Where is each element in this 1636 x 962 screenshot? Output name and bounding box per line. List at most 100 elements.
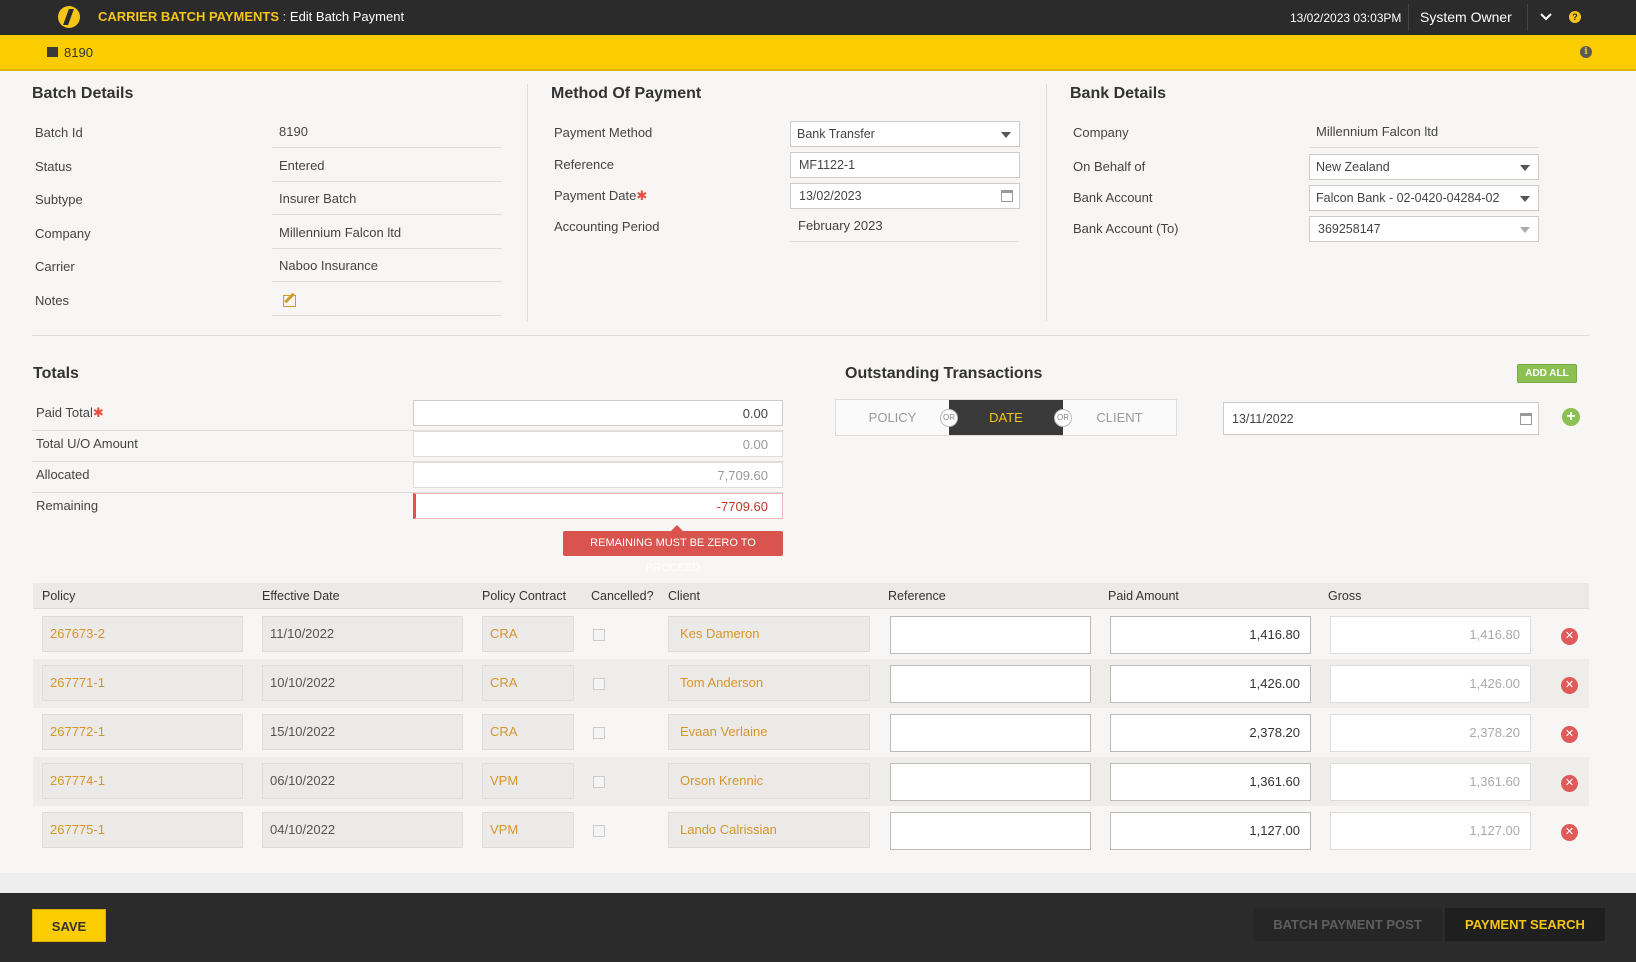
divider xyxy=(527,84,528,321)
divider xyxy=(1046,84,1047,321)
remaining-value: -7709.60 xyxy=(413,493,783,519)
policy-link[interactable]: 267771-1 xyxy=(42,665,243,701)
policy-contract-link[interactable]: CRA xyxy=(482,665,574,701)
batch-details-title: Batch Details xyxy=(32,85,134,102)
col-policy[interactable]: Policy xyxy=(42,589,75,603)
chevron-down-icon[interactable] xyxy=(1539,10,1553,24)
info-icon[interactable]: i xyxy=(1580,46,1592,58)
cancelled-checkbox[interactable] xyxy=(593,629,605,641)
remaining-label: Remaining xyxy=(36,498,99,513)
help-icon[interactable]: ? xyxy=(1569,11,1581,23)
cancelled-checkbox[interactable] xyxy=(593,776,605,788)
policy-contract-link[interactable]: CRA xyxy=(482,616,574,652)
add-transaction-icon[interactable]: + xyxy=(1562,408,1580,426)
effective-date-cell: 06/10/2022 xyxy=(262,763,463,799)
paid-amount-input[interactable]: 1,361.60 xyxy=(1110,763,1311,801)
paid-total-label: Paid Total✱ xyxy=(36,405,104,421)
app-logo-icon[interactable] xyxy=(58,6,80,28)
on-behalf-select[interactable]: New Zealand xyxy=(1309,154,1539,180)
calendar-icon[interactable] xyxy=(1520,413,1532,425)
chevron-down-icon xyxy=(1001,132,1011,138)
policy-contract-link[interactable]: VPM xyxy=(482,812,574,848)
client-link[interactable]: Kes Dameron xyxy=(668,616,870,652)
current-datetime: 13/02/2023 03:03PM xyxy=(1290,11,1402,25)
remove-row-icon[interactable]: ✕ xyxy=(1561,775,1578,792)
archive-icon xyxy=(47,47,58,57)
chevron-down-icon xyxy=(1520,196,1530,202)
accounting-period-label: Accounting Period xyxy=(554,219,660,234)
reference-label: Reference xyxy=(554,157,614,172)
bank-account-to-select[interactable]: 369258147 xyxy=(1309,216,1539,242)
add-all-button[interactable]: ADD ALL xyxy=(1517,364,1577,383)
cancelled-checkbox[interactable] xyxy=(593,727,605,739)
on-behalf-value: New Zealand xyxy=(1316,160,1390,174)
payment-date-value: 13/02/2023 xyxy=(799,189,862,203)
paid-amount-input[interactable]: 1,426.00 xyxy=(1110,665,1311,703)
gross-value: 1,361.60 xyxy=(1330,763,1531,801)
paid-amount-input[interactable]: 1,127.00 xyxy=(1110,812,1311,850)
divider xyxy=(1408,4,1409,31)
payment-method-select[interactable]: Bank Transfer xyxy=(790,121,1020,147)
carrier-label: Carrier xyxy=(35,259,75,274)
reference-input[interactable]: MF1122-1 xyxy=(790,152,1020,178)
batch-payment-post-button[interactable]: BATCH PAYMENT POST xyxy=(1253,908,1442,941)
calendar-icon[interactable] xyxy=(1001,190,1013,202)
payment-search-button[interactable]: PAYMENT SEARCH xyxy=(1445,908,1605,941)
col-effective-date[interactable]: Effective Date xyxy=(262,589,340,603)
subtype-value: Insurer Batch xyxy=(272,185,502,215)
remove-row-icon[interactable]: ✕ xyxy=(1561,726,1578,743)
client-link[interactable]: Evaan Verlaine xyxy=(668,714,870,750)
tab-policy[interactable]: POLICY xyxy=(836,400,949,435)
tab-date[interactable]: DATE xyxy=(949,400,1063,435)
policy-link[interactable]: 267775-1 xyxy=(42,812,243,848)
save-button[interactable]: SAVE xyxy=(32,909,106,942)
paid-amount-input[interactable]: 1,416.80 xyxy=(1110,616,1311,654)
table-row: 267774-1 06/10/2022 VPM Orson Krennic 1,… xyxy=(33,757,1589,806)
col-cancelled[interactable]: Cancelled? xyxy=(591,589,654,603)
table-row: 267775-1 04/10/2022 VPM Lando Calrissian… xyxy=(33,806,1589,855)
col-reference[interactable]: Reference xyxy=(888,589,946,603)
client-link[interactable]: Orson Krennic xyxy=(668,763,870,799)
company-label: Company xyxy=(35,226,91,241)
col-policy-contract[interactable]: Policy Contract xyxy=(482,589,566,603)
table-row: 267772-1 15/10/2022 CRA Evaan Verlaine 2… xyxy=(33,708,1589,757)
payment-date-input[interactable]: 13/02/2023 xyxy=(790,183,1020,209)
col-gross[interactable]: Gross xyxy=(1328,589,1361,603)
policy-link[interactable]: 267673-2 xyxy=(42,616,243,652)
reference-input[interactable] xyxy=(890,763,1091,801)
effective-date-cell: 04/10/2022 xyxy=(262,812,463,848)
paid-total-input[interactable]: 0.00 xyxy=(413,400,783,426)
subtype-label: Subtype xyxy=(35,192,83,207)
client-link[interactable]: Tom Anderson xyxy=(668,665,870,701)
notes-field xyxy=(272,286,502,316)
policy-link[interactable]: 267772-1 xyxy=(42,714,243,750)
policy-contract-link[interactable]: VPM xyxy=(482,763,574,799)
col-client[interactable]: Client xyxy=(668,589,700,603)
reference-input[interactable] xyxy=(890,812,1091,850)
bank-company-label: Company xyxy=(1073,125,1129,140)
remove-row-icon[interactable]: ✕ xyxy=(1561,824,1578,841)
context-bar: 8190 i xyxy=(0,35,1636,71)
remove-row-icon[interactable]: ✕ xyxy=(1561,677,1578,694)
reference-input[interactable] xyxy=(890,714,1091,752)
tab-client[interactable]: CLIENT xyxy=(1063,400,1176,435)
client-link[interactable]: Lando Calrissian xyxy=(668,812,870,848)
outstanding-date-input[interactable]: 13/11/2022 xyxy=(1223,402,1539,435)
cancelled-checkbox[interactable] xyxy=(593,825,605,837)
footer-bar: SAVE BATCH PAYMENT POST PAYMENT SEARCH xyxy=(0,893,1636,962)
total-uo-value: 0.00 xyxy=(413,431,783,457)
or-separator: OR xyxy=(940,409,958,427)
policy-contract-link[interactable]: CRA xyxy=(482,714,574,750)
remove-row-icon[interactable]: ✕ xyxy=(1561,628,1578,645)
bank-account-select[interactable]: Falcon Bank - 02-0420-04284-02 xyxy=(1309,185,1539,211)
payment-method-value: Bank Transfer xyxy=(797,127,875,141)
paid-amount-input[interactable]: 2,378.20 xyxy=(1110,714,1311,752)
reference-input[interactable] xyxy=(890,665,1091,703)
edit-notes-icon[interactable] xyxy=(283,295,296,307)
reference-input[interactable] xyxy=(890,616,1091,654)
cancelled-checkbox[interactable] xyxy=(593,678,605,690)
user-name[interactable]: System Owner xyxy=(1420,9,1512,25)
col-paid-amount[interactable]: Paid Amount xyxy=(1108,589,1179,603)
gross-value: 2,378.20 xyxy=(1330,714,1531,752)
policy-link[interactable]: 267774-1 xyxy=(42,763,243,799)
